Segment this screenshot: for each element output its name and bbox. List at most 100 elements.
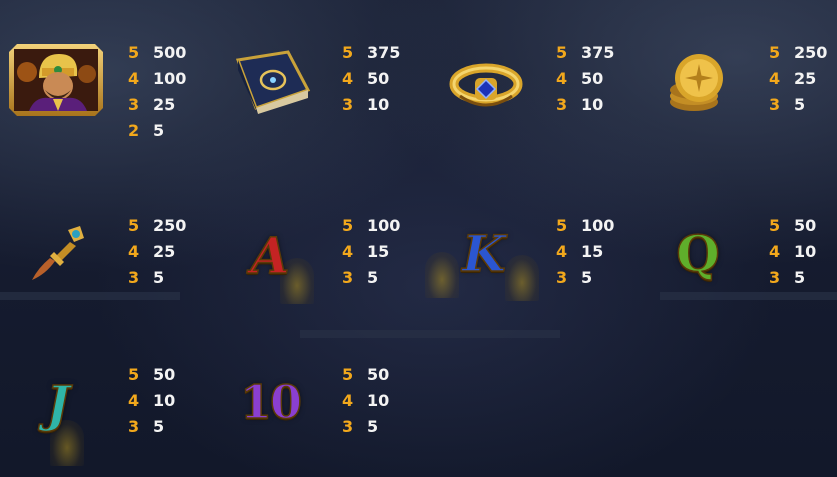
payout-row: 35 xyxy=(128,414,175,440)
symbol-count: 5 xyxy=(769,43,781,62)
payout-value: 250 xyxy=(794,43,828,62)
payout-row: 5 250 xyxy=(128,213,186,239)
payout-value: 50 xyxy=(581,69,604,88)
payout-row: 4 10 xyxy=(342,388,389,414)
payout-row: 4 50 xyxy=(342,66,400,92)
payout-value: 10 xyxy=(367,391,390,410)
payout-row: 5 375 xyxy=(342,40,400,66)
payout-value: 375 xyxy=(581,43,615,62)
payout-value: 25 xyxy=(794,69,817,88)
payout-row: 5 50 xyxy=(769,213,816,239)
symbol-count: 3 xyxy=(128,95,140,114)
payout-value: 15 xyxy=(367,242,390,261)
symbol-count: 3 xyxy=(556,95,568,114)
payout-value: 250 xyxy=(153,216,187,235)
payout-value: 5 xyxy=(367,268,379,287)
payout-value: 100 xyxy=(367,216,401,235)
letter-j-icon: J xyxy=(45,374,70,433)
payout-value: 5 xyxy=(581,268,593,287)
background-ledge xyxy=(660,292,837,300)
background-ledge xyxy=(0,292,180,300)
symbol-count: 4 xyxy=(342,69,354,88)
symbol-count: 3 xyxy=(342,417,354,436)
symbol-count: 5 xyxy=(128,216,140,235)
payout-value: 10 xyxy=(367,95,390,114)
payout-value: 25 xyxy=(153,242,176,261)
payout-value: 10 xyxy=(581,95,604,114)
payout-value: 5 xyxy=(153,121,165,140)
payout-value: 50 xyxy=(794,216,817,235)
payout-value: 50 xyxy=(367,365,390,384)
ring-icon xyxy=(448,54,524,110)
payout-row: 35 xyxy=(128,265,186,291)
payout-row: 4 25 xyxy=(128,239,186,265)
payout-row: 4 50 xyxy=(556,66,614,92)
symbol-count: 5 xyxy=(556,43,568,62)
payout-value: 375 xyxy=(367,43,401,62)
symbol-count: 3 xyxy=(342,95,354,114)
symbol-count: 4 xyxy=(342,242,354,261)
payout-value: 50 xyxy=(367,69,390,88)
payout-row: 3 25 xyxy=(128,92,186,118)
symbol-count: 5 xyxy=(556,216,568,235)
symbol-count: 3 xyxy=(128,417,140,436)
payout-value: 5 xyxy=(153,268,165,287)
symbol-count: 4 xyxy=(342,391,354,410)
payout-value: 5 xyxy=(794,95,806,114)
number-10-icon: 10 xyxy=(239,375,303,429)
symbol-count: 4 xyxy=(128,242,140,261)
payout-value: 100 xyxy=(581,216,615,235)
symbol-count: 4 xyxy=(556,242,568,261)
payout-row: 4 100 xyxy=(128,66,186,92)
symbol-count: 2 xyxy=(128,121,140,140)
payout-value: 100 xyxy=(153,69,187,88)
symbol-count: 4 xyxy=(128,391,140,410)
payout-row: 5 375 xyxy=(556,40,614,66)
symbol-count: 5 xyxy=(342,365,354,384)
payout-row: 4 15 xyxy=(556,239,614,265)
payout-value: 25 xyxy=(153,95,176,114)
payout-row: 5 50 xyxy=(342,362,389,388)
payout-row: 35 xyxy=(342,265,400,291)
payout-row: 35 xyxy=(769,92,827,118)
symbol-count: 3 xyxy=(556,268,568,287)
symbol-count: 4 xyxy=(556,69,568,88)
symbol-count: 5 xyxy=(769,216,781,235)
letter-a-icon: A xyxy=(250,226,290,285)
letter-k-icon: K xyxy=(462,224,507,283)
symbol-count: 3 xyxy=(128,268,140,287)
payout-value: 5 xyxy=(153,417,165,436)
symbol-count: 3 xyxy=(342,268,354,287)
payout-row: 3 10 xyxy=(556,92,614,118)
symbol-count: 5 xyxy=(128,365,140,384)
symbol-count: 4 xyxy=(769,69,781,88)
coins-icon xyxy=(666,50,728,114)
symbol-count: 5 xyxy=(342,216,354,235)
payout-row: 5 500 xyxy=(128,40,186,66)
symbol-count: 3 xyxy=(769,268,781,287)
symbol-count: 5 xyxy=(128,43,140,62)
payout-value: 10 xyxy=(153,391,176,410)
payout-value: 5 xyxy=(794,268,806,287)
payout-row: 4 25 xyxy=(769,66,827,92)
payout-value: 500 xyxy=(153,43,187,62)
payout-row: 5 100 xyxy=(556,213,614,239)
payout-row: 5 50 xyxy=(128,362,175,388)
payout-row: 3 10 xyxy=(342,92,400,118)
vizier-icon xyxy=(9,44,103,116)
letter-q-icon: Q xyxy=(675,224,720,283)
symbol-count: 5 xyxy=(342,43,354,62)
symbol-count: 4 xyxy=(769,242,781,261)
payout-row: 4 10 xyxy=(128,388,175,414)
payout-row: 5 250 xyxy=(769,40,827,66)
payout-value: 50 xyxy=(153,365,176,384)
payout-row: 35 xyxy=(342,414,389,440)
payout-row: 5 100 xyxy=(342,213,400,239)
background-ledge xyxy=(300,330,560,338)
payout-row: 4 15 xyxy=(342,239,400,265)
payout-value: 5 xyxy=(367,417,379,436)
payout-row: 35 xyxy=(769,265,816,291)
payout-row: 4 10 xyxy=(769,239,816,265)
payout-row: 25 xyxy=(128,118,186,144)
payout-value: 15 xyxy=(581,242,604,261)
